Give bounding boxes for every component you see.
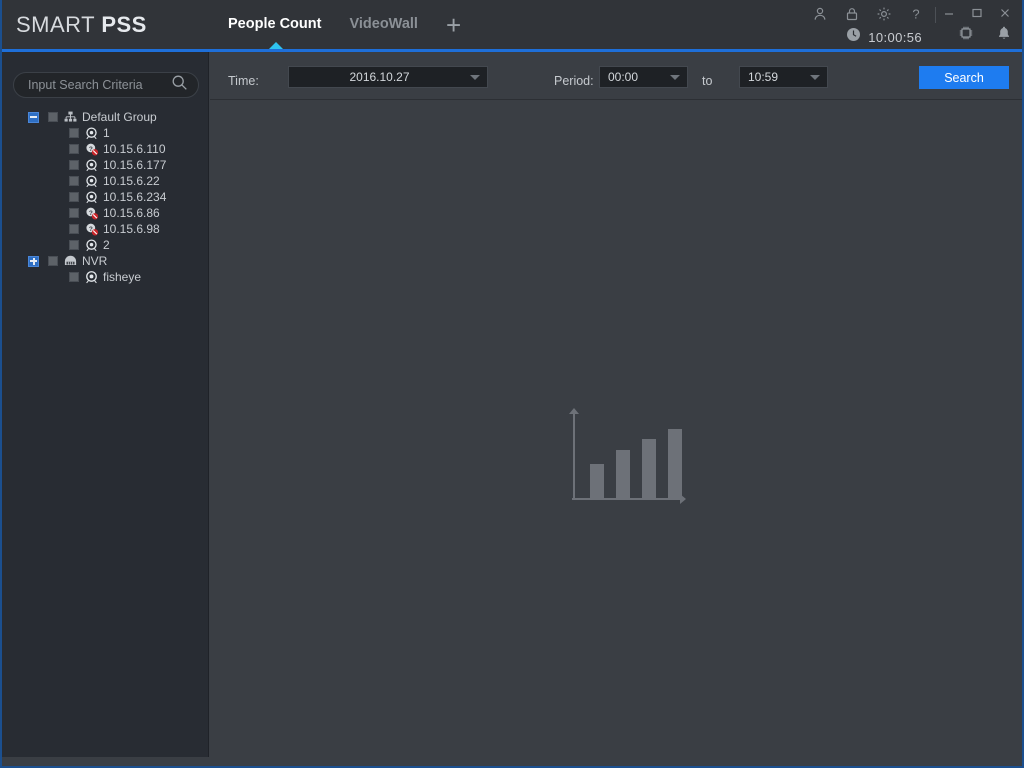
- tree-item[interactable]: NVR: [2, 253, 209, 269]
- period-end-select[interactable]: 10:59: [739, 66, 828, 88]
- app-logo: SMART PSS: [16, 12, 147, 38]
- tree-item[interactable]: fisheye: [2, 269, 209, 285]
- search-toolbar: Time: 2016.10.27 Period: 00:00 to 10:59 …: [210, 52, 1022, 100]
- chevron-down-icon[interactable]: [670, 74, 680, 80]
- close-button[interactable]: [998, 6, 1012, 25]
- period-end-value: 10:59: [748, 70, 779, 84]
- tree-item-checkbox[interactable]: [48, 112, 58, 122]
- date-value: 2016.10.27: [349, 70, 410, 84]
- camera-offline-icon: ?: [86, 223, 99, 236]
- tree-item-checkbox[interactable]: [69, 144, 79, 154]
- device-sidebar: Input Search Criteria Default Group 1? 10.…: [2, 52, 209, 757]
- period-start-value: 00:00: [608, 70, 639, 84]
- tree-item-checkbox[interactable]: [69, 208, 79, 218]
- nvr-icon: [64, 255, 77, 266]
- help-icon[interactable]: ?: [908, 6, 924, 22]
- tree-item[interactable]: ? 10.15.6.86: [2, 205, 209, 221]
- tree-item[interactable]: 1: [2, 125, 209, 141]
- tree-item-checkbox[interactable]: [69, 176, 79, 186]
- search-button[interactable]: Search: [919, 66, 1009, 89]
- application-window: SMART PSS People Count VideoWall + ? 10:…: [0, 0, 1024, 768]
- camera-offline-icon: ?: [86, 143, 99, 156]
- camera-icon: [86, 159, 97, 172]
- status-icon-group: [958, 25, 1012, 46]
- cpu-icon[interactable]: [958, 25, 974, 46]
- collapse-toggle[interactable]: [28, 111, 39, 123]
- tree-item[interactable]: Default Group: [2, 109, 209, 125]
- system-icon-group: ?: [812, 6, 924, 22]
- gear-icon[interactable]: [876, 6, 892, 22]
- tree-item-checkbox[interactable]: [69, 128, 79, 138]
- titlebar-divider: [935, 7, 936, 23]
- tree-item-label: 10.15.6.110: [103, 142, 166, 156]
- camera-offline-icon: ?: [86, 207, 99, 220]
- svg-text:?: ?: [912, 7, 919, 22]
- tree-item-label: 10.15.6.98: [103, 222, 160, 236]
- lock-icon[interactable]: [844, 6, 860, 22]
- bar-chart-placeholder-icon: [562, 408, 692, 518]
- tree-item[interactable]: 2: [2, 237, 209, 253]
- tree-item-label: 10.15.6.177: [103, 158, 167, 172]
- tree-item-checkbox[interactable]: [69, 160, 79, 170]
- tab-videowall[interactable]: VideoWall: [335, 0, 432, 49]
- time-label: Time:: [228, 74, 259, 88]
- period-label: Period:: [554, 74, 594, 88]
- tree-item-checkbox[interactable]: [69, 224, 79, 234]
- camera-icon: [86, 239, 97, 252]
- tree-item-checkbox[interactable]: [48, 256, 58, 266]
- user-icon[interactable]: [812, 6, 828, 22]
- group-icon: [64, 111, 77, 122]
- clock-display: 10:00:56: [846, 27, 922, 47]
- camera-icon: [86, 127, 97, 140]
- tree-item-label: Default Group: [82, 110, 157, 124]
- expand-toggle[interactable]: [28, 255, 39, 267]
- period-start-select[interactable]: 00:00: [599, 66, 688, 88]
- empty-result-area: [210, 100, 1022, 766]
- tree-item[interactable]: ? 10.15.6.98: [2, 221, 209, 237]
- add-tab-button[interactable]: +: [432, 2, 475, 48]
- search-placeholder: Input Search Criteria: [28, 78, 143, 92]
- search-icon[interactable]: [171, 74, 188, 96]
- tree-item[interactable]: 10.15.6.234: [2, 189, 209, 205]
- tree-item-label: 10.15.6.22: [103, 174, 160, 188]
- tree-item-label: 10.15.6.234: [103, 190, 167, 204]
- fisheye-icon: [86, 271, 97, 284]
- minimize-button[interactable]: [942, 6, 956, 25]
- search-input[interactable]: Input Search Criteria: [13, 72, 199, 98]
- tree-item[interactable]: 10.15.6.22: [2, 173, 209, 189]
- chevron-down-icon[interactable]: [810, 74, 820, 80]
- maximize-button[interactable]: [970, 6, 984, 25]
- tree-item-label: 2: [103, 238, 110, 252]
- tree-item[interactable]: 10.15.6.177: [2, 157, 209, 173]
- tree-item-checkbox[interactable]: [69, 240, 79, 250]
- window-controls: [942, 6, 1012, 25]
- camera-icon: [86, 191, 97, 204]
- tree-item-label: 10.15.6.86: [103, 206, 160, 220]
- active-tab-indicator: [269, 42, 283, 49]
- tree-item-label: fisheye: [103, 270, 142, 284]
- tree-item-checkbox[interactable]: [69, 192, 79, 202]
- app-logo-suffix: PSS: [101, 12, 147, 37]
- tab-bar: People Count VideoWall +: [214, 0, 475, 49]
- tree-item[interactable]: ? 10.15.6.110: [2, 141, 209, 157]
- clock-icon: [846, 27, 861, 47]
- main-panel: Time: 2016.10.27 Period: 00:00 to 10:59 …: [210, 52, 1022, 766]
- device-tree: Default Group 1? 10.15.6.110 10.15.6.177 10.…: [2, 109, 209, 285]
- chevron-down-icon[interactable]: [470, 74, 480, 80]
- tree-item-checkbox[interactable]: [69, 272, 79, 282]
- period-to-label: to: [702, 74, 713, 88]
- tree-item-label: 1: [103, 126, 110, 140]
- bell-icon[interactable]: [996, 25, 1012, 46]
- tree-item-label: NVR: [82, 254, 108, 268]
- app-logo-prefix: SMART: [16, 12, 102, 37]
- camera-icon: [86, 175, 97, 188]
- date-picker[interactable]: 2016.10.27: [288, 66, 488, 88]
- clock-time: 10:00:56: [868, 29, 922, 45]
- title-bar: SMART PSS People Count VideoWall + ? 10:…: [2, 0, 1022, 52]
